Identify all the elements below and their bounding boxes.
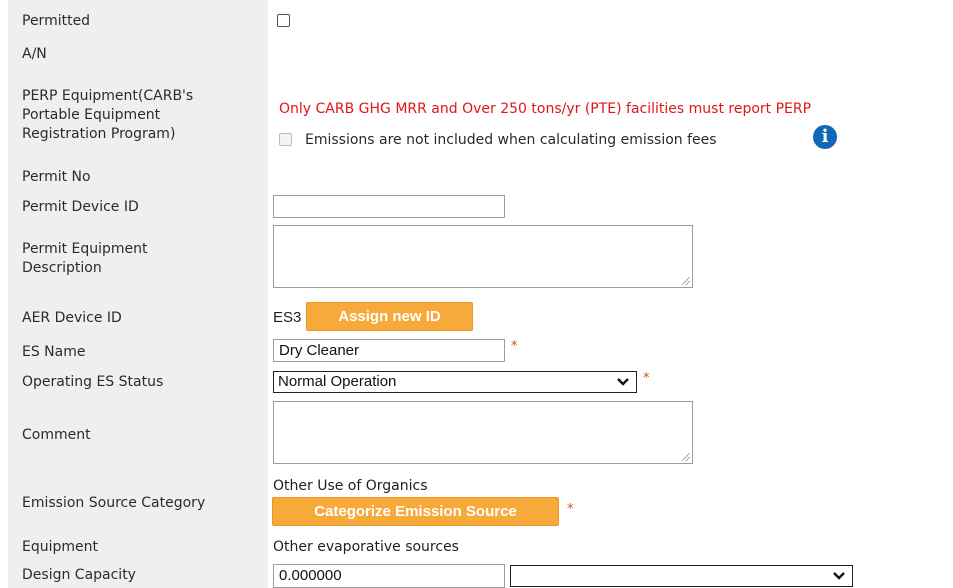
emissions-excluded-label: Emissions are not included when calculat… <box>305 132 717 148</box>
label-comment: Comment <box>22 427 91 443</box>
categorize-emission-source-button[interactable]: Categorize Emission Source <box>272 497 559 526</box>
label-perp-line3: Registration Program) <box>22 126 176 142</box>
assign-new-id-button[interactable]: Assign new ID <box>306 302 473 331</box>
design-capacity-unit-select[interactable] <box>510 565 853 587</box>
info-glyph: i <box>821 126 829 147</box>
label-perp-line1: PERP Equipment(CARB's <box>22 88 194 104</box>
label-es-name: ES Name <box>22 344 86 360</box>
resize-grip-icon[interactable] <box>682 277 690 285</box>
operating-status-required-mark: * <box>643 371 650 386</box>
label-permit-no: Permit No <box>22 169 91 185</box>
es-name-required-mark: * <box>511 339 518 354</box>
label-permit-device-id: Permit Device ID <box>22 199 139 215</box>
permitted-checkbox[interactable] <box>277 14 290 27</box>
label-permitted: Permitted <box>22 13 91 29</box>
emission-category-required-mark: * <box>567 502 574 517</box>
permit-equipment-description-textarea[interactable] <box>273 225 693 288</box>
label-operating-es-status: Operating ES Status <box>22 374 164 390</box>
label-permit-eq-desc-line2: Description <box>22 260 102 276</box>
comment-textarea[interactable] <box>273 401 693 464</box>
label-design-capacity: Design Capacity <box>22 567 136 583</box>
label-an: A/N <box>22 46 47 62</box>
label-perp-line2: Portable Equipment <box>22 107 161 123</box>
chevron-down-icon <box>617 378 629 386</box>
operating-es-status-value: Normal Operation <box>278 373 397 390</box>
label-equipment: Equipment <box>22 539 98 555</box>
label-aer-device-id: AER Device ID <box>22 310 122 326</box>
resize-grip-icon[interactable] <box>682 453 690 461</box>
perp-warning-text: Only CARB GHG MRR and Over 250 tons/yr (… <box>279 101 812 117</box>
equipment-value: Other evaporative sources <box>273 539 459 555</box>
label-permit-eq-desc-line1: Permit Equipment <box>22 241 148 257</box>
aer-device-id-value: ES3 <box>273 309 302 326</box>
design-capacity-input[interactable]: 0.000000 <box>273 564 505 588</box>
emission-source-category-value: Other Use of Organics <box>273 478 428 494</box>
label-emission-source-category: Emission Source Category <box>22 495 206 511</box>
emissions-excluded-checkbox <box>279 133 292 146</box>
permit-device-id-input[interactable] <box>273 195 505 218</box>
operating-es-status-select[interactable]: Normal Operation <box>273 371 637 393</box>
chevron-down-icon <box>833 572 845 580</box>
es-name-input[interactable]: Dry Cleaner <box>273 339 505 362</box>
info-icon[interactable]: i <box>813 125 837 149</box>
